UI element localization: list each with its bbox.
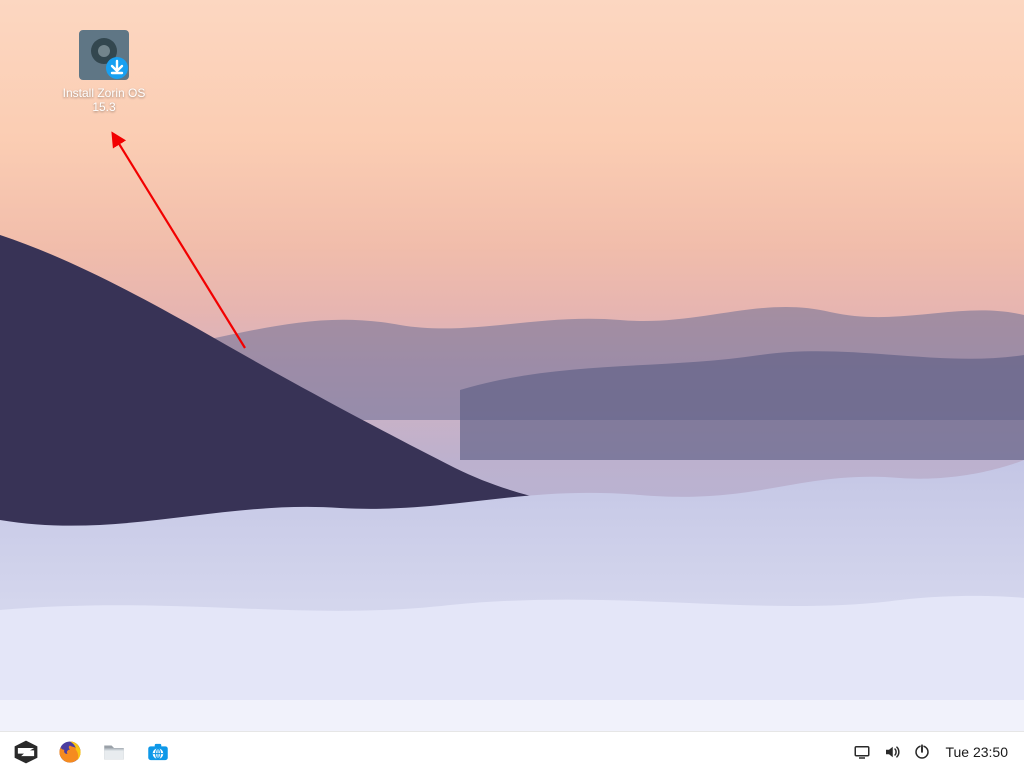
software-icon xyxy=(145,739,171,765)
display-tray[interactable] xyxy=(847,732,877,771)
display-icon xyxy=(853,743,871,761)
wallpaper xyxy=(0,0,1024,771)
software-launcher[interactable] xyxy=(136,732,180,771)
firefox-icon xyxy=(57,739,83,765)
taskbar: Tue 23:50 xyxy=(0,731,1024,771)
files-icon xyxy=(101,739,127,765)
installer-label: Install Zorin OS 15.3 xyxy=(62,86,146,114)
zorin-menu-icon xyxy=(13,739,39,765)
clock[interactable]: Tue 23:50 xyxy=(937,744,1018,760)
firefox-launcher[interactable] xyxy=(48,732,92,771)
installer-icon xyxy=(79,30,129,80)
desktop: Install Zorin OS 15.3 xyxy=(0,0,1024,771)
volume-icon xyxy=(883,743,901,761)
installer-desktop-icon[interactable]: Install Zorin OS 15.3 xyxy=(62,30,146,114)
volume-tray[interactable] xyxy=(877,732,907,771)
power-icon xyxy=(913,743,931,761)
files-launcher[interactable] xyxy=(92,732,136,771)
zorin-menu-button[interactable] xyxy=(4,732,48,771)
power-tray[interactable] xyxy=(907,732,937,771)
